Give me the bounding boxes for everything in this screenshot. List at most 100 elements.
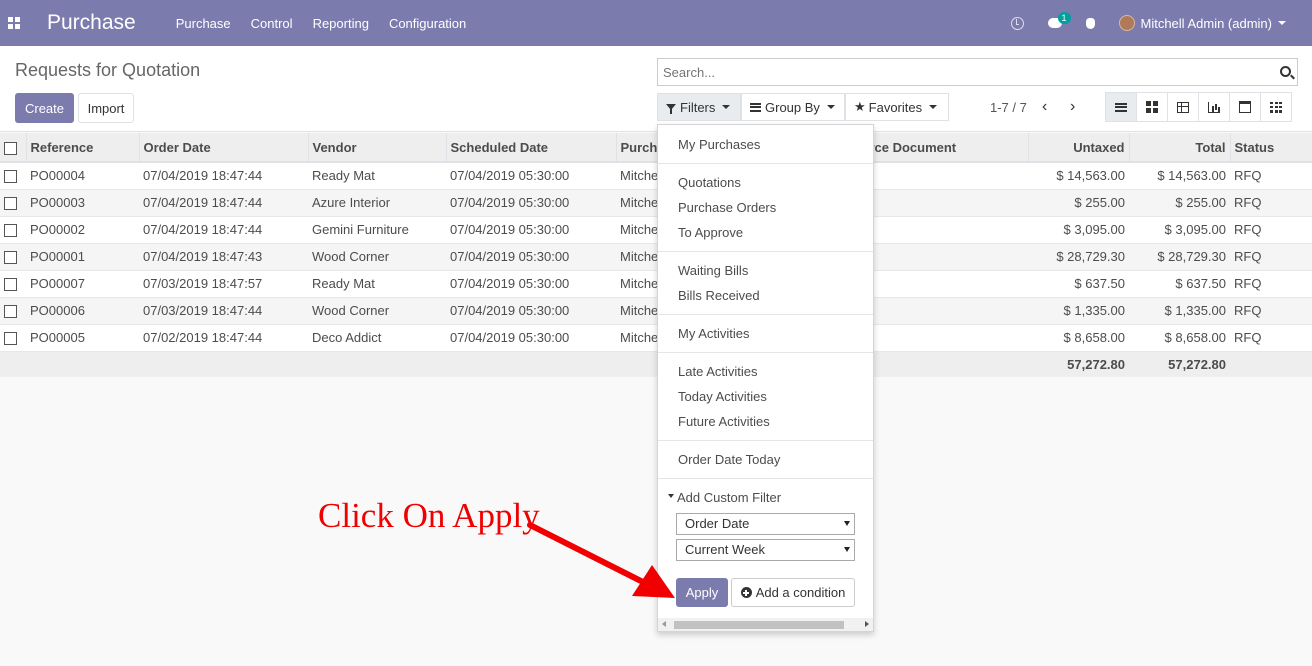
row-checkbox-cell[interactable] <box>0 270 26 298</box>
user-menu[interactable]: Mitchell Admin (admin) <box>1118 15 1286 31</box>
select-all-checkbox[interactable] <box>4 141 17 155</box>
pivot-table-icon <box>1177 101 1189 113</box>
debug-bug-icon[interactable] <box>1085 17 1095 29</box>
cell-scheduled-date: 07/04/2019 05:30:00 <box>446 297 616 325</box>
filter-my-purchases[interactable]: My Purchases <box>678 137 760 152</box>
user-name: Mitchell Admin (admin) <box>1140 15 1273 31</box>
filter-late-activities[interactable]: Late Activities <box>678 364 758 379</box>
cell-order-date: 07/04/2019 18:47:44 <box>139 216 308 244</box>
pager-next-icon[interactable]: › <box>1070 98 1075 116</box>
scroll-right-icon[interactable] <box>865 621 869 627</box>
add-custom-filter-toggle[interactable]: Add Custom Filter <box>668 490 781 505</box>
chevron-down-icon <box>722 105 731 109</box>
menu-reporting[interactable]: Reporting <box>313 16 369 31</box>
row-checkbox-cell[interactable] <box>0 243 26 271</box>
filter-quotations[interactable]: Quotations <box>678 175 741 190</box>
app-brand[interactable]: Purchase <box>47 11 136 35</box>
activity-clock-icon[interactable] <box>1010 16 1024 30</box>
pager-previous-icon[interactable]: ‹ <box>1042 98 1047 116</box>
row-checkbox[interactable] <box>4 332 17 346</box>
menu-control[interactable]: Control <box>251 16 293 31</box>
row-checkbox[interactable] <box>4 251 17 265</box>
filters-button[interactable]: Filters <box>657 93 741 121</box>
scroll-left-icon[interactable] <box>662 621 666 627</box>
row-checkbox[interactable] <box>4 224 17 238</box>
table-row[interactable]: PO00006 07/03/2019 18:47:44 Wood Corner … <box>0 297 1312 325</box>
select-arrow-icon <box>844 547 850 552</box>
graph-view-button[interactable] <box>1198 92 1230 122</box>
apps-menu-icon[interactable] <box>8 17 20 29</box>
cell-status: RFQ <box>1230 162 1312 190</box>
row-checkbox-cell[interactable] <box>0 216 26 244</box>
column-scheduled-date[interactable]: Scheduled Date <box>446 133 617 163</box>
row-checkbox[interactable] <box>4 305 17 319</box>
filter-to-approve[interactable]: To Approve <box>678 225 743 240</box>
chevron-down-icon <box>826 105 835 109</box>
table-row[interactable]: PO00004 07/04/2019 18:47:44 Ready Mat 07… <box>0 162 1312 190</box>
filter-purchase-orders[interactable]: Purchase Orders <box>678 200 776 215</box>
cell-reference: PO00004 <box>26 162 139 190</box>
custom-filter-operator-select[interactable]: Current Week <box>676 539 855 561</box>
table-row[interactable]: PO00007 07/03/2019 18:47:57 Ready Mat 07… <box>0 270 1312 298</box>
pager-value[interactable]: 1-7 / 7 <box>990 100 1027 115</box>
row-checkbox-cell[interactable] <box>0 189 26 217</box>
table-row[interactable]: PO00003 07/04/2019 18:47:44 Azure Interi… <box>0 189 1312 217</box>
table-row[interactable]: PO00002 07/04/2019 18:47:44 Gemini Furni… <box>0 216 1312 244</box>
column-source-document[interactable]: urce Document <box>857 133 1029 163</box>
group-by-button[interactable]: Group By <box>741 93 845 121</box>
menu-configuration[interactable]: Configuration <box>389 16 466 31</box>
row-checkbox[interactable] <box>4 197 17 211</box>
import-button[interactable]: Import <box>78 93 134 123</box>
select-all-checkbox-cell[interactable] <box>0 133 27 163</box>
filter-today-activities[interactable]: Today Activities <box>678 389 767 404</box>
create-button[interactable]: Create <box>15 93 74 123</box>
favorites-button[interactable]: ★ Favorites <box>845 93 949 121</box>
messaging-chat-icon[interactable]: 1 <box>1047 12 1071 28</box>
chevron-down-icon <box>929 105 938 109</box>
avatar <box>1118 15 1135 31</box>
kanban-view-button[interactable] <box>1136 92 1168 122</box>
cell-status: RFQ <box>1230 189 1312 217</box>
row-checkbox[interactable] <box>4 170 17 184</box>
menu-purchase[interactable]: Purchase <box>176 16 231 31</box>
cell-status: RFQ <box>1230 270 1312 298</box>
table-row[interactable]: PO00005 07/02/2019 18:47:44 Deco Addict … <box>0 324 1312 352</box>
column-order-date[interactable]: Order Date <box>139 133 309 163</box>
add-custom-filter-label: Add Custom Filter <box>677 490 782 505</box>
list-view-button[interactable] <box>1105 92 1137 122</box>
search-input[interactable] <box>658 59 1258 85</box>
column-total[interactable]: Total <box>1129 133 1231 163</box>
column-reference[interactable]: Reference <box>26 133 140 163</box>
cell-untaxed: $ 637.50 <box>1028 270 1129 298</box>
pivot-view-button[interactable] <box>1167 92 1199 122</box>
table-row[interactable]: PO00001 07/04/2019 18:47:43 Wood Corner … <box>0 243 1312 271</box>
custom-filter-field-select[interactable]: Order Date <box>676 513 855 535</box>
row-checkbox-cell[interactable] <box>0 162 26 190</box>
cell-total: $ 8,658.00 <box>1129 324 1230 352</box>
annotation-text: Click On Apply <box>318 496 540 535</box>
cell-untaxed: $ 8,658.00 <box>1028 324 1129 352</box>
cell-vendor: Wood Corner <box>308 297 446 325</box>
filter-order-date-today[interactable]: Order Date Today <box>678 452 780 467</box>
calendar-view-button[interactable] <box>1229 92 1261 122</box>
activity-view-button[interactable] <box>1260 92 1292 122</box>
filters-dropdown: My Purchases Quotations Purchase Orders … <box>657 124 874 632</box>
filter-future-activities[interactable]: Future Activities <box>678 414 770 429</box>
scrollbar-thumb[interactable] <box>674 621 844 629</box>
row-checkbox-cell[interactable] <box>0 324 26 352</box>
cell-total: $ 14,563.00 <box>1129 162 1230 190</box>
add-condition-button[interactable]: Add a condition <box>731 578 855 607</box>
row-checkbox[interactable] <box>4 278 17 292</box>
row-checkbox-cell[interactable] <box>0 297 26 325</box>
column-status[interactable]: Status <box>1230 133 1312 163</box>
filter-bills-received[interactable]: Bills Received <box>678 288 760 303</box>
cell-status: RFQ <box>1230 324 1312 352</box>
dropdown-horizontal-scrollbar[interactable] <box>658 618 873 631</box>
cell-reference: PO00006 <box>26 297 139 325</box>
filter-waiting-bills[interactable]: Waiting Bills <box>678 263 748 278</box>
search-icon[interactable] <box>1280 66 1291 77</box>
apply-button[interactable]: Apply <box>676 578 728 607</box>
column-vendor[interactable]: Vendor <box>308 133 447 163</box>
column-untaxed[interactable]: Untaxed <box>1028 133 1130 163</box>
filter-my-activities[interactable]: My Activities <box>678 326 750 341</box>
